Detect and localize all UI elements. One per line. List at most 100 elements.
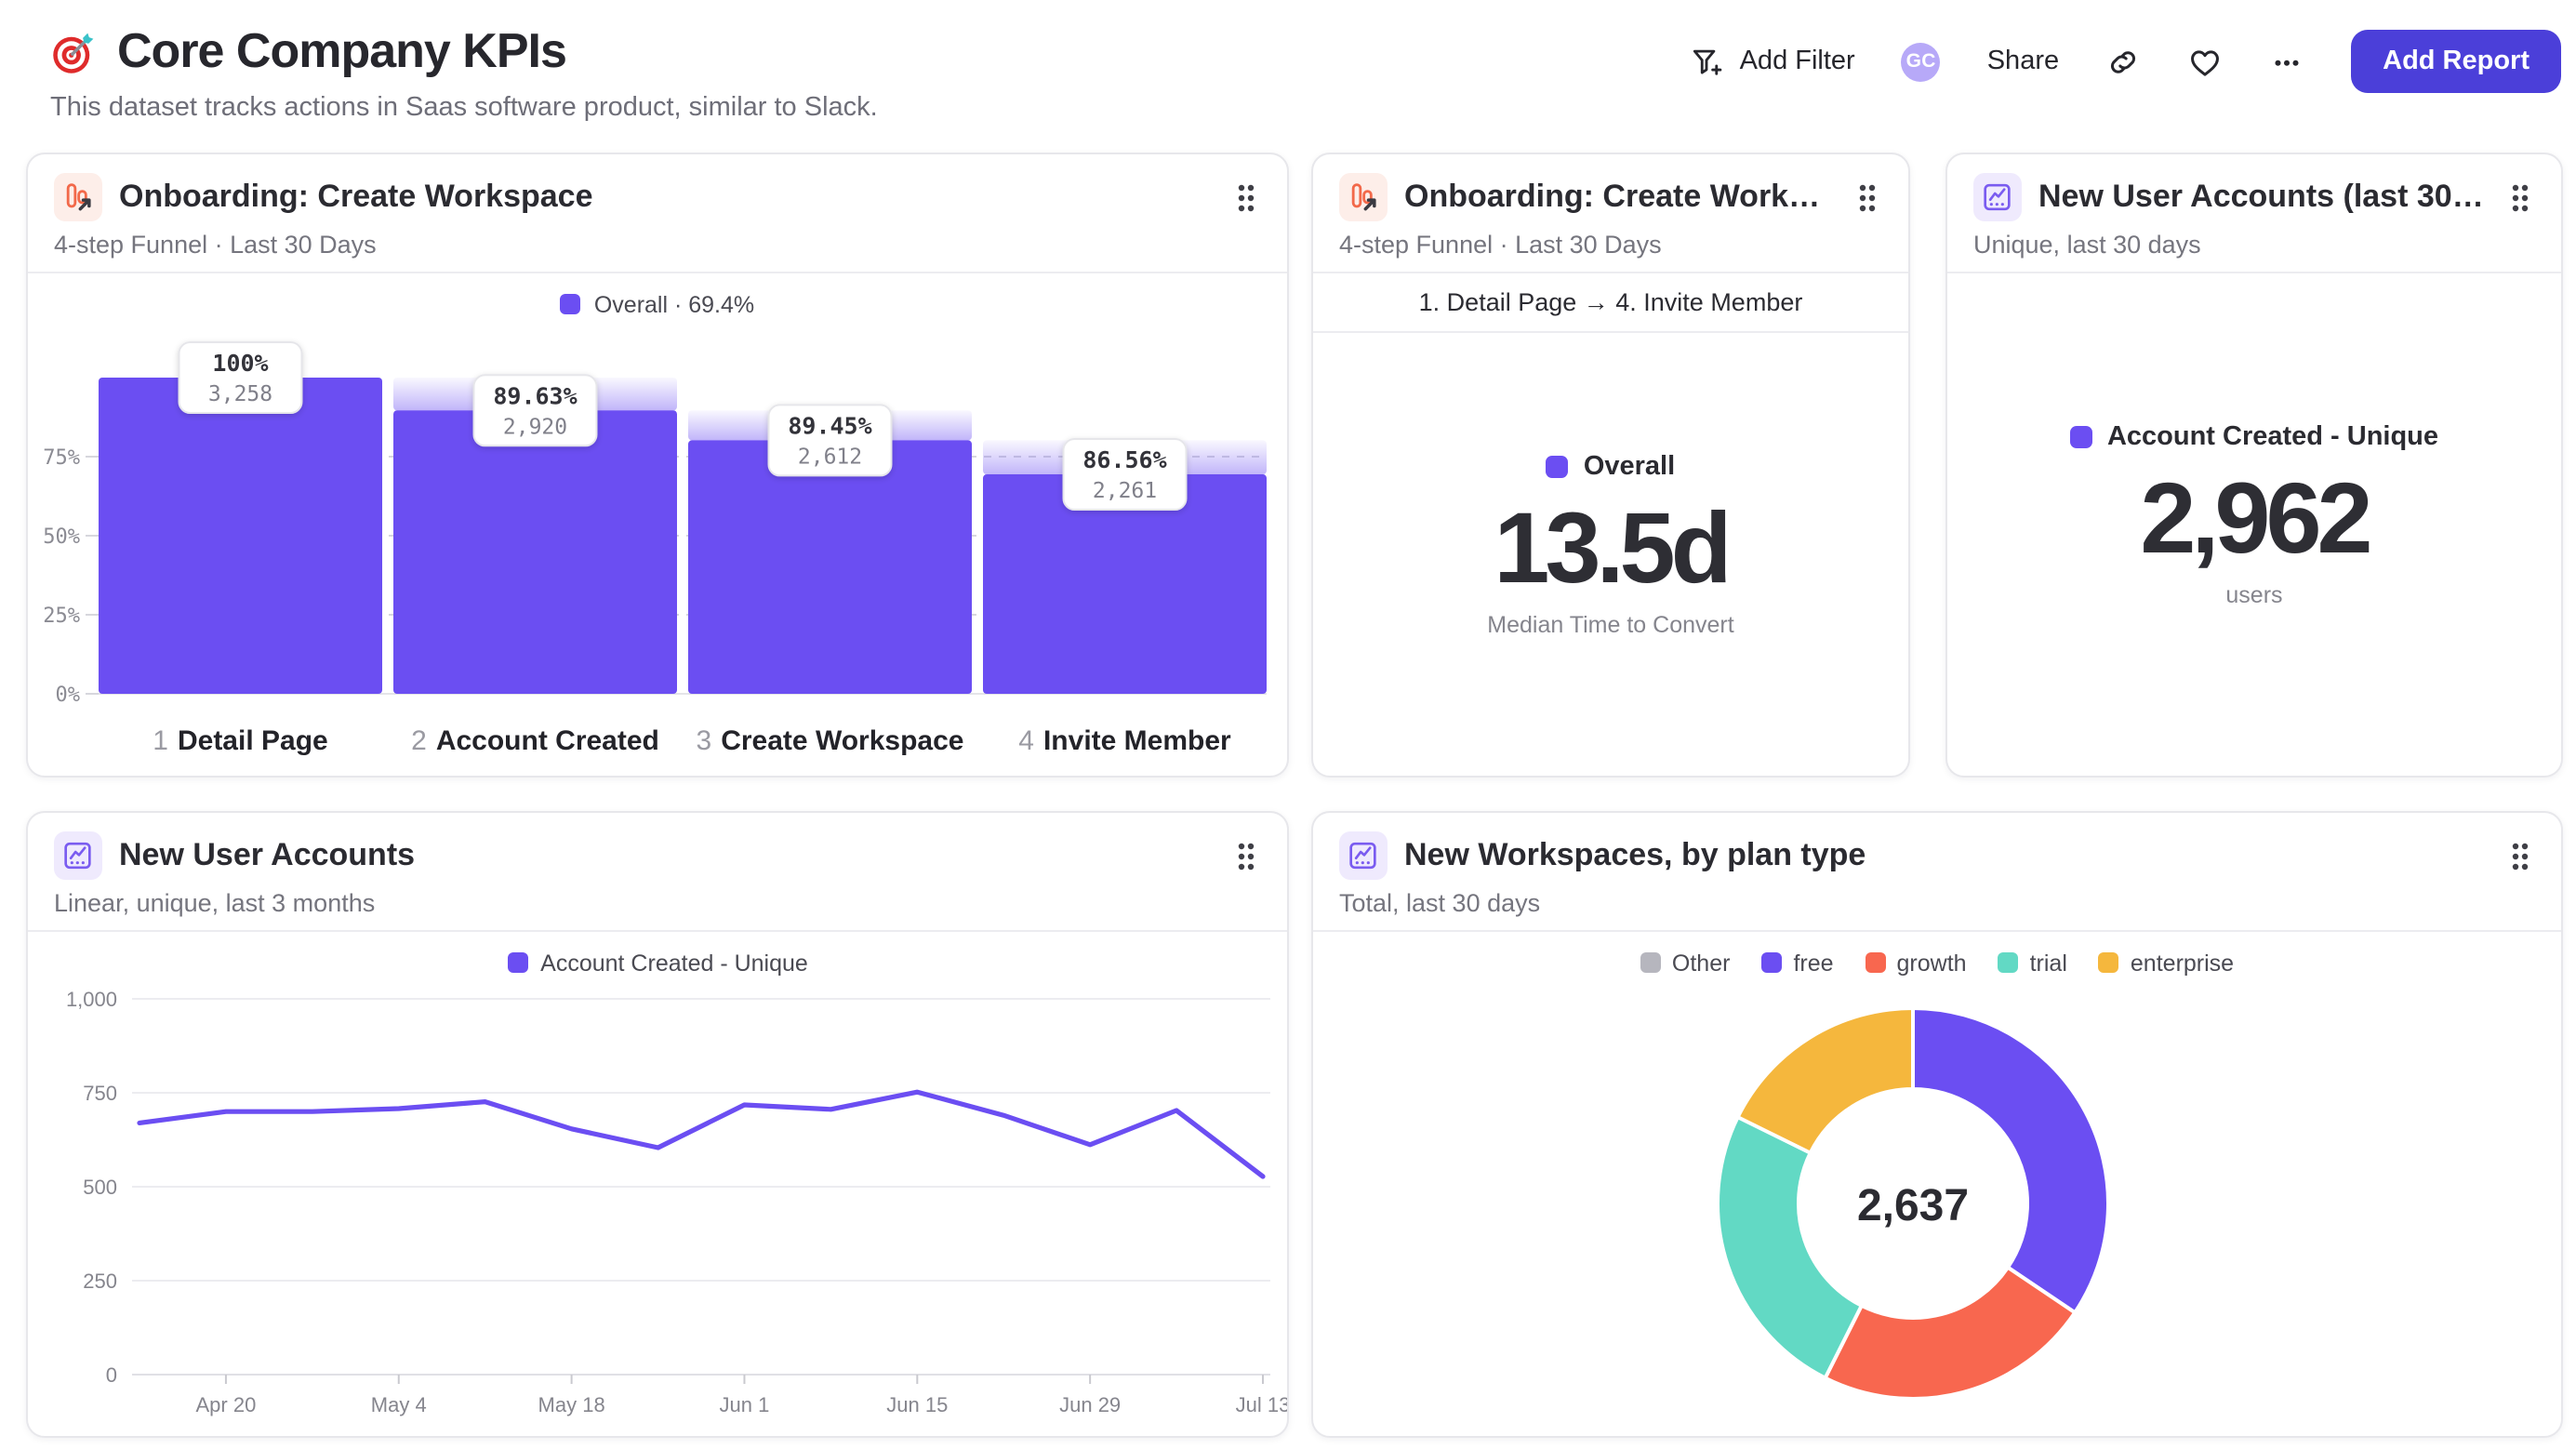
insights-chart-icon <box>54 831 102 880</box>
legend-swatch <box>2069 426 2092 449</box>
svg-text:500: 500 <box>83 1176 117 1199</box>
svg-text:Jun 1: Jun 1 <box>720 1393 770 1416</box>
svg-text:2,637: 2,637 <box>1857 1181 1969 1230</box>
card-header: Onboarding: Create Workspace 4-step Funn… <box>1313 154 1908 273</box>
drag-handle-icon[interactable] <box>1231 836 1261 875</box>
page-subtitle: This dataset tracks actions in Saas soft… <box>50 93 878 123</box>
svg-text:4Invite Member: 4 Invite Member <box>1018 724 1231 755</box>
card-header: New User Accounts Linear, unique, last 3… <box>28 813 1287 932</box>
card-title[interactable]: Onboarding: Create Workspace <box>1404 179 1836 216</box>
svg-text:86.56%: 86.56% <box>1082 446 1166 473</box>
dartboard-icon <box>50 27 99 75</box>
svg-text:2,261: 2,261 <box>1093 479 1157 503</box>
svg-text:50%: 50% <box>43 525 80 548</box>
kpi-caption: users <box>2225 581 2283 608</box>
card-subtitle: Linear, unique, last 3 months <box>54 889 376 917</box>
add-report-button[interactable]: Add Report <box>2351 30 2561 93</box>
legend-item-other[interactable]: Other <box>1640 950 1731 977</box>
card-title[interactable]: New Workspaces, by plan type <box>1404 837 1866 874</box>
svg-text:89.45%: 89.45% <box>788 412 871 439</box>
kpi-body: Overall 13.5d Median Time to Convert <box>1313 333 1908 776</box>
svg-text:2,920: 2,920 <box>503 415 567 439</box>
svg-text:750: 750 <box>83 1082 117 1105</box>
card-new-users-30d: New User Accounts (last 30 days) Unique,… <box>1945 153 2563 778</box>
filter-icon <box>1690 44 1725 79</box>
legend-item-growth[interactable]: growth <box>1865 950 1967 977</box>
legend-swatch <box>1998 952 2019 974</box>
legend-swatch <box>1865 952 1886 974</box>
card-title[interactable]: Onboarding: Create Workspace <box>119 179 593 216</box>
dashboard: Core Company KPIs This dataset tracks ac… <box>0 0 2576 1449</box>
legend-swatch <box>507 952 528 974</box>
drag-handle-icon[interactable] <box>1852 178 1882 217</box>
funnel-legend[interactable]: Overall · 69.4% <box>28 288 1287 321</box>
kpi-legend[interactable]: Overall <box>1546 453 1675 483</box>
card-workspaces-by-plan: New Workspaces, by plan type Total, last… <box>1311 811 2563 1438</box>
funnel-chart-icon <box>54 173 102 221</box>
svg-text:Jul 13: Jul 13 <box>1236 1393 1287 1416</box>
page-header: Core Company KPIs This dataset tracks ac… <box>50 22 878 123</box>
svg-text:100%: 100% <box>212 349 268 376</box>
copy-link-button[interactable] <box>2105 44 2141 79</box>
legend-swatch <box>1546 456 1569 479</box>
heart-icon <box>2187 44 2223 79</box>
svg-text:2,612: 2,612 <box>798 445 862 469</box>
legend-item-enterprise[interactable]: enterprise <box>2098 950 2235 977</box>
drag-handle-icon[interactable] <box>2505 178 2535 217</box>
avatar[interactable]: GC <box>1901 42 1941 81</box>
card-title[interactable]: New User Accounts (last 30 days) <box>2038 179 2489 216</box>
card-subtitle: Total, last 30 days <box>1339 889 1541 917</box>
svg-text:75%: 75% <box>43 445 80 469</box>
svg-text:May 18: May 18 <box>538 1393 605 1416</box>
legend-swatch <box>1640 952 1661 974</box>
drag-handle-icon[interactable] <box>1231 178 1261 217</box>
legend-label: trial <box>2029 950 2067 977</box>
svg-text:May 4: May 4 <box>371 1393 427 1416</box>
kpi-legend[interactable]: Account Created - Unique <box>2069 423 2438 453</box>
donut-chart[interactable]: 2,637 <box>1313 980 2561 1436</box>
legend-item-free[interactable]: free <box>1761 950 1834 977</box>
ellipsis-icon <box>2269 44 2304 79</box>
card-header: New Workspaces, by plan type Total, last… <box>1313 813 2561 932</box>
add-filter-button[interactable]: Add Filter <box>1690 44 1855 79</box>
legend-label: enterprise <box>2130 950 2235 977</box>
insights-chart-icon <box>1973 173 2022 221</box>
svg-text:1,000: 1,000 <box>66 988 117 1011</box>
card-onboarding-funnel: Onboarding: Create Workspace 4-step Funn… <box>26 153 1289 778</box>
share-button[interactable]: Share <box>1987 47 2059 76</box>
card-header: Onboarding: Create Workspace 4-step Funn… <box>28 154 1287 273</box>
legend-swatch <box>560 294 581 315</box>
svg-text:0: 0 <box>106 1363 117 1387</box>
svg-text:Jun 15: Jun 15 <box>886 1393 948 1416</box>
card-new-users-trend: New User Accounts Linear, unique, last 3… <box>26 811 1289 1438</box>
svg-text:Apr 20: Apr 20 <box>196 1393 257 1416</box>
line-legend[interactable]: Account Created - Unique <box>28 947 1287 980</box>
svg-text:3,258: 3,258 <box>208 381 272 405</box>
svg-text:2Account Created: 2 Account Created <box>411 724 659 755</box>
card-time-to-convert: Onboarding: Create Workspace 4-step Funn… <box>1311 153 1910 778</box>
svg-text:Jun 29: Jun 29 <box>1059 1393 1121 1416</box>
legend-label: free <box>1793 950 1834 977</box>
svg-text:0%: 0% <box>56 683 81 706</box>
card-title[interactable]: New User Accounts <box>119 837 415 874</box>
donut-legend: Other free growth trial enterprise <box>1313 947 2561 980</box>
funnel-range-label: 1. Detail Page → 4. Invite Member <box>1313 273 1908 333</box>
favorite-button[interactable] <box>2187 44 2223 79</box>
card-subtitle: 4-step Funnel · Last 30 Days <box>54 231 377 259</box>
kpi-body: Account Created - Unique 2,962 users <box>1947 273 2561 776</box>
more-menu-button[interactable] <box>2269 44 2304 79</box>
svg-text:1Detail Page: 1 Detail Page <box>153 724 327 755</box>
funnel-chart-icon <box>1339 173 1388 221</box>
page-title: Core Company KPIs <box>117 22 567 78</box>
drag-handle-icon[interactable] <box>2505 836 2535 875</box>
kpi-caption: Median Time to Convert <box>1487 611 1734 638</box>
funnel-chart[interactable]: 0% 25% 50% 75% 100% 3,258 89.63% 2,920 89.45% 2,6… <box>28 321 1287 776</box>
line-chart[interactable]: 0 250 500 750 1,000 Apr 20 May 4 May 18 Jun 1 Jun… <box>28 980 1287 1436</box>
card-subtitle: Unique, last 30 days <box>1973 231 2201 259</box>
insights-chart-icon <box>1339 831 1388 880</box>
legend-label: Other <box>1671 950 1731 977</box>
svg-text:89.63%: 89.63% <box>493 382 577 409</box>
median-time-value: 13.5d <box>1494 493 1732 605</box>
svg-text:25%: 25% <box>43 604 80 627</box>
legend-item-trial[interactable]: trial <box>1998 950 2067 977</box>
